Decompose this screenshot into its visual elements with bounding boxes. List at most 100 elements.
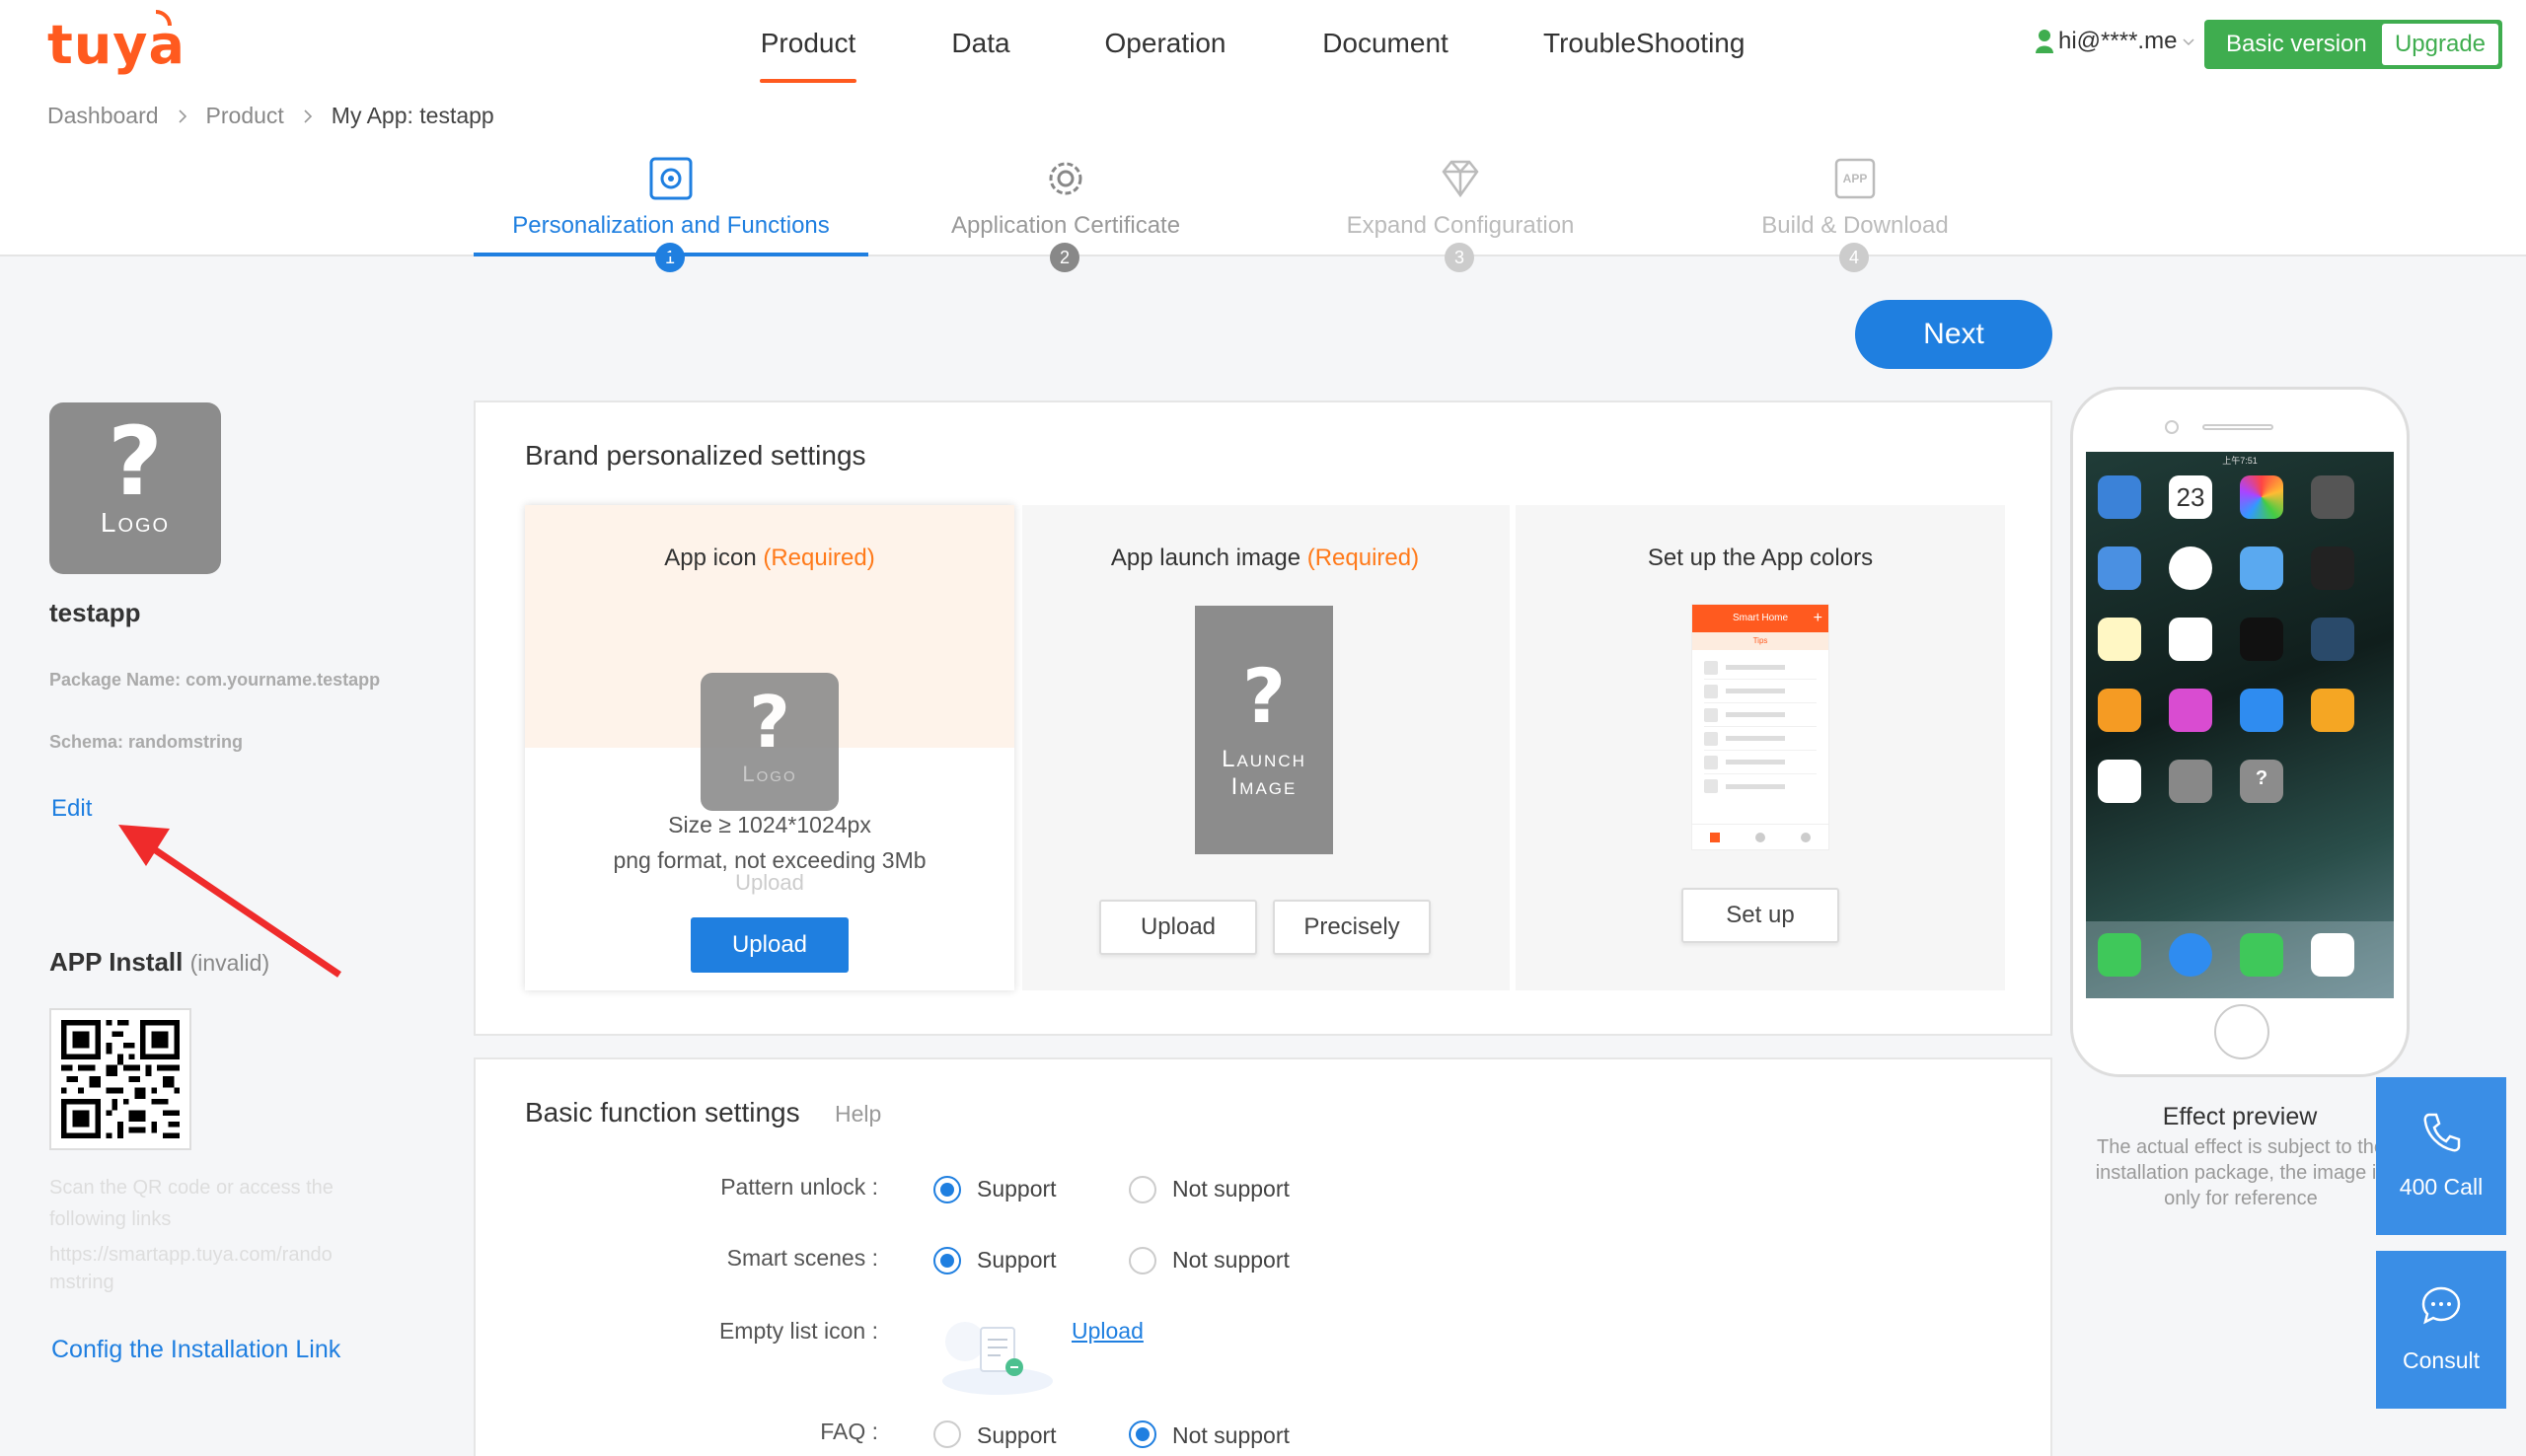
certificate-icon [1049, 162, 1082, 195]
stocks-icon [2240, 618, 2283, 661]
app-icon: APP [1834, 158, 1876, 199]
setup-colors-button[interactable]: Set up [1681, 888, 1839, 943]
camera-icon [2311, 475, 2354, 519]
nav-operation[interactable]: Operation [1103, 28, 1227, 59]
svg-text:APP: APP [1843, 172, 1868, 185]
faq-not-support-radio[interactable] [1129, 1420, 1156, 1448]
qr-code-icon [61, 1020, 180, 1138]
app-icon-upload-button[interactable]: Upload [691, 917, 849, 973]
nav-data[interactable]: Data [947, 28, 1014, 59]
step-number: 2 [1050, 243, 1079, 272]
breadcrumb: Dashboard Product My App: testapp [47, 103, 494, 129]
user-menu[interactable]: hi@****.me [2035, 28, 2196, 55]
step-personalization[interactable]: Personalization and Functions 1 [474, 148, 868, 272]
radio-label: Support [977, 1247, 1057, 1273]
phone-icon [2423, 1113, 2461, 1152]
step-label: Build & Download [1761, 212, 1949, 239]
app-logo-placeholder-icon: ? [2240, 760, 2283, 803]
radio-label: Not support [1172, 1422, 1290, 1448]
preview-tabbar [1692, 824, 1828, 849]
nav-document[interactable]: Document [1320, 28, 1450, 59]
app-logo: ? Logo [49, 402, 221, 574]
pattern-unlock-support-radio[interactable] [933, 1176, 961, 1203]
effect-preview-note: The actual effect is subject to the inst… [2078, 1134, 2404, 1211]
help-link[interactable]: Help [835, 1101, 881, 1128]
phone-camera [2165, 420, 2179, 434]
app-colors-title: Set up the App colors [1647, 545, 1874, 571]
radio-label: Not support [1172, 1176, 1290, 1201]
home-icon [2311, 689, 2354, 732]
calendar-icon: 23 [2169, 475, 2212, 519]
chat-icon [2421, 1286, 2461, 1325]
edit-link[interactable]: Edit [51, 795, 92, 823]
install-title-text: APP Install [49, 947, 184, 977]
chevron-down-icon [2183, 38, 2194, 46]
itunes-icon [2169, 689, 2212, 732]
question-icon: ? [1241, 652, 1287, 740]
nav-troubleshooting[interactable]: TroubleShooting [1543, 28, 1745, 59]
settings-icon [2169, 760, 2212, 803]
install-status: (invalid) [189, 950, 270, 976]
config-installation-link[interactable]: Config the Installation Link [51, 1336, 340, 1364]
radio-label: Support [977, 1422, 1057, 1448]
launch-line-1: Launch [1222, 746, 1306, 772]
reminders-icon [2169, 618, 2212, 661]
step-build[interactable]: APP Build & Download 4 [1658, 148, 2052, 272]
icon-size-requirements: Size ≥ 1024*1024px png format, not excee… [525, 807, 1014, 878]
step-label: Expand Configuration [1346, 212, 1575, 239]
preview-header: Smart Home + [1692, 605, 1828, 632]
effect-preview-title: Effect preview [2162, 1103, 2318, 1130]
question-icon: ? [108, 406, 163, 517]
pattern-unlock-not-support-radio[interactable] [1129, 1176, 1156, 1203]
launch-line-2: Image [1230, 773, 1298, 800]
call-button[interactable]: 400 Call [2376, 1077, 2506, 1235]
smart-scenes-support-radio[interactable] [933, 1247, 961, 1274]
pattern-unlock-label: Pattern unlock : [720, 1174, 878, 1200]
precisely-button[interactable]: Precisely [1273, 900, 1431, 955]
upgrade-button[interactable]: Upgrade [2382, 24, 2498, 65]
chevron-right-icon [304, 109, 312, 123]
faq-label: FAQ : [820, 1419, 878, 1444]
app-icon-placeholder: ? Logo [701, 673, 839, 811]
notes-icon [2098, 618, 2141, 661]
diamond-icon [1442, 160, 1479, 198]
nav-product[interactable]: Product [760, 28, 856, 59]
ghost-upload-label: Upload [735, 870, 804, 895]
step-label: Personalization and Functions [512, 212, 830, 239]
install-url: https://smartapp.tuya.com/randomstring [49, 1244, 333, 1293]
step-certificate[interactable]: Application Certificate 2 [868, 148, 1263, 272]
app-name: testapp [49, 598, 141, 627]
plus-icon: + [1813, 610, 1822, 626]
logo-placeholder-text: Logo [742, 762, 797, 786]
user-email: hi@****.me [2058, 28, 2178, 54]
smart-scenes-not-support-radio[interactable] [1129, 1247, 1156, 1274]
breadcrumb-product[interactable]: Product [206, 103, 284, 129]
empty-list-icon [942, 1322, 1053, 1395]
empty-list-icon-upload-link[interactable]: Upload [1072, 1318, 1144, 1345]
preview-tab: Tips [1692, 632, 1828, 650]
note-line-3: only for reference [2164, 1188, 2318, 1209]
safari-icon [2169, 933, 2212, 977]
step-number: 4 [1839, 243, 1869, 272]
step-expand[interactable]: Expand Configuration 3 [1263, 148, 1658, 272]
videos-icon [2311, 618, 2354, 661]
consult-button[interactable]: Consult [2376, 1251, 2506, 1409]
app-icon-title-text: App icon [664, 545, 764, 571]
phone-app-icon [2098, 933, 2141, 977]
brand-settings-title: Brand personalized settings [525, 440, 866, 471]
launch-upload-button[interactable]: Upload [1099, 900, 1257, 955]
note-line-2: installation package, the image is [2095, 1162, 2387, 1184]
clock-icon [2169, 546, 2212, 590]
step-number: 1 [655, 243, 685, 272]
faq-support-radio[interactable] [933, 1420, 961, 1448]
empty-list-icon-label: Empty list icon : [718, 1318, 878, 1344]
health-icon [2098, 760, 2141, 803]
preview-list [1692, 650, 1828, 804]
question-icon: ? [749, 681, 790, 764]
note-line-1: The actual effect is subject to the [2096, 1136, 2386, 1158]
next-button[interactable]: Next [1855, 300, 2052, 369]
phone-screen: 上午7:51 23 ? [2086, 452, 2394, 998]
breadcrumb-dashboard[interactable]: Dashboard [47, 103, 159, 129]
smart-scenes-label: Smart scenes : [726, 1245, 878, 1271]
qr-code [49, 1008, 191, 1150]
